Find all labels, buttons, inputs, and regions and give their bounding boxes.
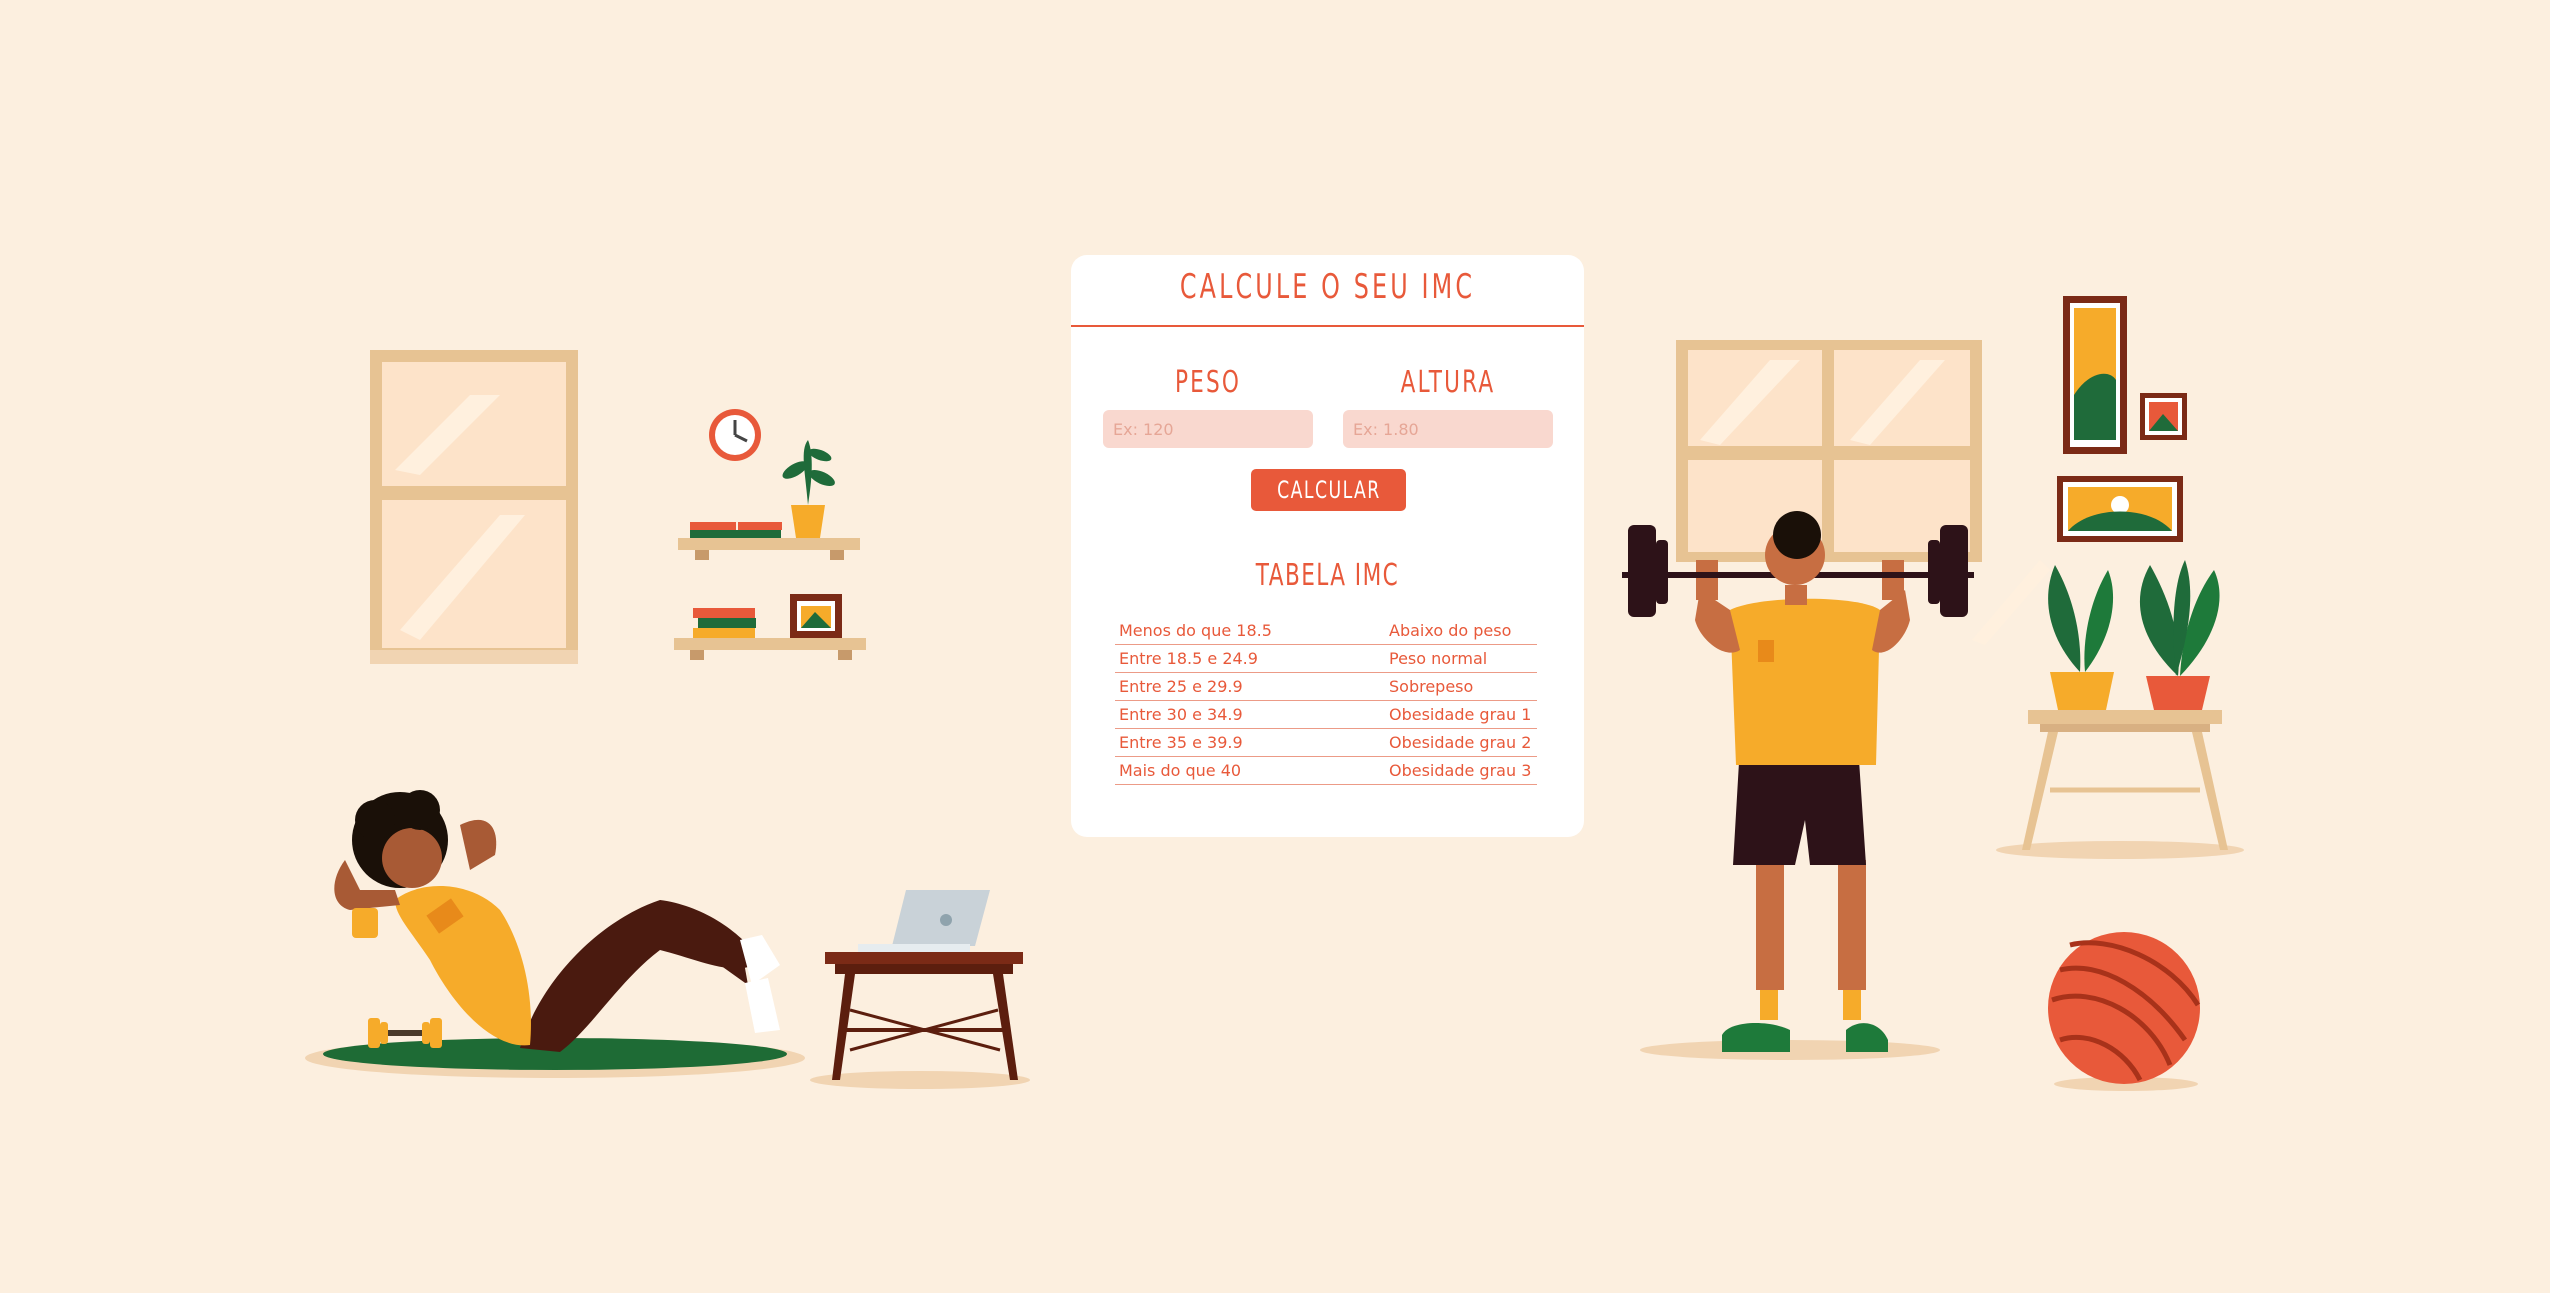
imc-class-cell: Sobrepeso [1385, 672, 1537, 701]
woman-crunches-illustration [305, 790, 805, 1078]
imc-class-cell: Abaixo do peso [1385, 617, 1537, 645]
side-table-with-laptop [810, 890, 1030, 1089]
weight-input[interactable] [1103, 410, 1313, 448]
laptop-icon [858, 890, 990, 952]
imc-calculator-card: CALCULE O SEU IMC PESO ALTURA CALCULAR T… [1071, 255, 1584, 837]
imc-table-title: TABELA IMC [1255, 558, 1400, 593]
calculate-button[interactable]: CALCULAR [1251, 469, 1406, 511]
imc-range-cell: Entre 30 e 34.9 [1115, 700, 1385, 729]
wall-pictures [2057, 296, 2187, 542]
table-row: Menos do que 18.5 Abaixo do peso [1115, 617, 1537, 645]
imc-range-cell: Entre 35 e 39.9 [1115, 728, 1385, 757]
card-title: CALCULE O SEU IMC [1179, 267, 1476, 307]
title-divider [1071, 325, 1584, 327]
table-row: Entre 25 e 29.9 Sobrepeso [1115, 672, 1537, 701]
imc-range-cell: Entre 18.5 e 24.9 [1115, 644, 1385, 673]
left-window [370, 350, 578, 664]
table-row: Entre 35 e 39.9 Obesidade grau 2 [1115, 728, 1537, 757]
imc-class-cell: Obesidade grau 2 [1385, 728, 1537, 757]
height-label: ALTURA [1400, 365, 1496, 400]
imc-range-cell: Menos do que 18.5 [1115, 617, 1385, 645]
imc-class-cell: Obesidade grau 3 [1385, 756, 1537, 785]
imc-class-cell: Obesidade grau 1 [1385, 700, 1537, 729]
imc-range-cell: Mais do que 40 [1115, 756, 1385, 785]
table-row: Entre 30 e 34.9 Obesidade grau 1 [1115, 700, 1537, 729]
table-row: Entre 18.5 e 24.9 Peso normal [1115, 644, 1537, 673]
exercise-ball-icon [2048, 932, 2201, 1091]
calculate-button-label: CALCULAR [1276, 476, 1381, 504]
imc-class-cell: Peso normal [1385, 644, 1537, 673]
wall-shelves [674, 440, 866, 660]
plant-stand [1996, 560, 2244, 859]
imc-range-cell: Entre 25 e 29.9 [1115, 672, 1385, 701]
right-window [1676, 340, 2050, 645]
imc-table: Menos do que 18.5 Abaixo do peso Entre 1… [1115, 617, 1537, 785]
clock-icon [709, 409, 761, 461]
weight-label: PESO [1174, 365, 1242, 400]
table-row: Mais do que 40 Obesidade grau 3 [1115, 756, 1537, 785]
height-input[interactable] [1343, 410, 1553, 448]
man-barbell-illustration [1622, 511, 1974, 1060]
